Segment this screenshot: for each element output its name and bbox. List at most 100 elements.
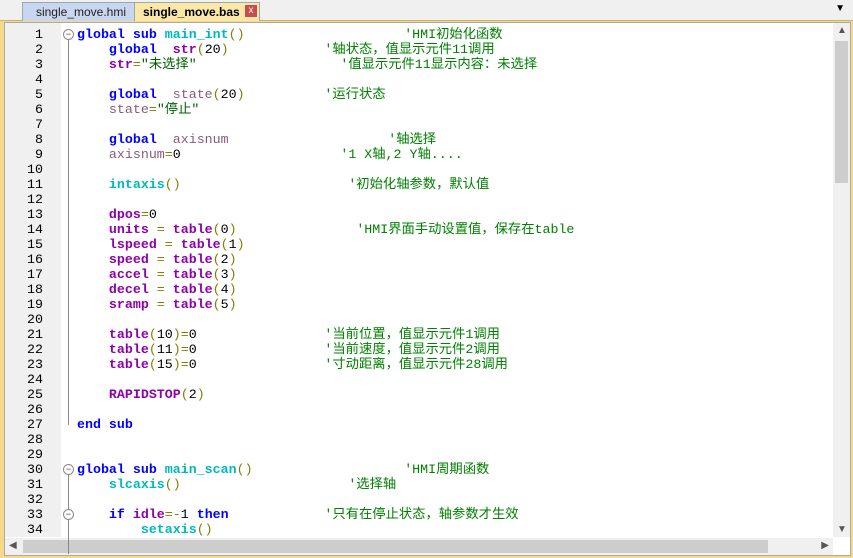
horizontal-scroll-thumb[interactable] [23, 540, 768, 553]
code-line[interactable]: dpos=0 [77, 207, 574, 222]
code-line[interactable]: intaxis() '初始化轴参数，默认值 [77, 177, 574, 192]
code-token: 'HMI周期函数 [404, 462, 490, 477]
line-number: 16 [27, 252, 43, 267]
tab-single-move-bas[interactable]: single_move.bas [134, 2, 260, 21]
code-token: ) [228, 267, 237, 282]
fold-toggle-icon[interactable]: − [63, 509, 74, 520]
fold-toggle-icon[interactable]: − [63, 29, 74, 40]
code-token: ( [148, 342, 157, 357]
vertical-scroll-thumb[interactable] [835, 41, 848, 183]
code-token: RAPIDSTOP [77, 387, 181, 402]
code-token: 'HMI界面手动设置值，保存在table [356, 222, 575, 237]
code-token: = [164, 237, 181, 252]
code-line[interactable]: table(15)=0 '寸动距离，值显示元件28调用 [77, 357, 574, 372]
code-line[interactable]: global state(20) '运行状态 [77, 87, 574, 102]
code-line[interactable] [77, 372, 574, 387]
code-token: 5 [220, 297, 229, 312]
tab-bar: single_move.hmi single_move.bas x ▼ [0, 0, 853, 21]
code-line[interactable]: global sub main_scan() 'HMI周期函数 [77, 462, 574, 477]
code-line[interactable] [77, 447, 574, 462]
tab-close-button[interactable]: x [245, 5, 257, 17]
code-line[interactable]: str="未选择" '值显示元件11显示内容：未选择 [77, 57, 574, 72]
code-line[interactable]: end sub [77, 417, 574, 432]
code-line[interactable]: setaxis() [77, 522, 574, 537]
code-token: ) [228, 282, 237, 297]
code-line[interactable]: table(11)=0 '当前速度，值显示元件2调用 [77, 342, 574, 357]
code-line[interactable]: sramp = table(5) [77, 297, 574, 312]
code-token: ( [148, 327, 157, 342]
line-number-gutter: 1 2 3 4 5 6 7 8 9 10 11 12 13 14 15 16 17 18 19 20 21 22 23 24 2… [5, 23, 61, 537]
scroll-left-icon[interactable]: ◀ [9, 540, 17, 551]
code-token: global [77, 132, 173, 147]
code-token: ) [220, 42, 229, 57]
code-token: if [77, 507, 133, 522]
code-line[interactable]: if idle=-1 then '只有在停止状态，轴参数才生效 [77, 507, 574, 522]
code-token: )= [172, 327, 189, 342]
code-token: ( [212, 282, 221, 297]
code-token: '初始化轴参数，默认值 [348, 177, 490, 192]
scroll-down-icon[interactable]: ▼ [837, 524, 847, 535]
line-number: 15 [27, 237, 43, 252]
code-line[interactable]: table(10)=0 '当前位置，值显示元件1调用 [77, 327, 574, 342]
code-line[interactable]: decel = table(4) [77, 282, 574, 297]
code-token: axisnum [77, 147, 165, 162]
code-line[interactable] [77, 312, 574, 327]
code-line[interactable] [77, 117, 574, 132]
code-line[interactable] [77, 492, 574, 507]
line-number: 3 [35, 57, 43, 72]
code-token: speed [77, 252, 157, 267]
code-token: '当前速度，值显示元件2调用 [324, 342, 500, 357]
code-line[interactable]: accel = table(3) [77, 267, 574, 282]
fold-toggle-icon[interactable]: − [63, 464, 74, 475]
line-number: 32 [27, 492, 43, 507]
code-token: = [156, 297, 173, 312]
code-line[interactable]: state="停止" [77, 102, 574, 117]
code-line[interactable] [77, 432, 574, 447]
code-token: ) [228, 297, 237, 312]
tab-single-move-hmi[interactable]: single_move.hmi [22, 2, 140, 21]
code-token: "未选择" [140, 57, 197, 72]
code-line[interactable]: lspeed = table(1) [77, 237, 574, 252]
code-line[interactable] [77, 72, 574, 87]
code-token: () [196, 522, 213, 537]
line-number: 26 [27, 402, 43, 417]
line-number: 25 [27, 387, 43, 402]
code-token: intaxis [77, 177, 165, 192]
code-token: decel [77, 282, 157, 297]
code-line[interactable] [77, 402, 574, 417]
horizontal-scrollbar[interactable]: ◀ ▶ [5, 538, 833, 555]
code-line[interactable]: RAPIDSTOP(2) [77, 387, 574, 402]
line-number: 28 [27, 432, 43, 447]
code-line[interactable]: global sub main_int() 'HMI初始化函数 [77, 27, 574, 42]
code-token: table [172, 222, 213, 237]
code-token: ) [228, 222, 237, 237]
code-line[interactable]: global str(20) '轴状态，值显示元件11调用 [77, 42, 574, 57]
code-line[interactable] [77, 162, 574, 177]
code-token: sramp [77, 297, 157, 312]
code-token: ) [228, 252, 237, 267]
code-line[interactable]: axisnum=0 '1 X轴,2 Y轴.... [77, 147, 574, 162]
code-line[interactable]: slcaxis() '选择轴 [77, 477, 574, 492]
line-number: 7 [35, 117, 43, 132]
code-line[interactable] [77, 192, 574, 207]
vertical-scrollbar[interactable]: ▲ ▼ [833, 23, 850, 537]
code-token: 'HMI初始化函数 [404, 27, 503, 42]
code-editor[interactable]: 1 2 3 4 5 6 7 8 9 10 11 12 13 14 15 16 17 18 19 20 21 22 23 24 2… [4, 22, 851, 556]
code-token: 0 [172, 147, 181, 162]
code-token: 20 [220, 87, 237, 102]
tab-list-dropdown-icon[interactable]: ▼ [835, 3, 845, 14]
line-number: 23 [27, 357, 43, 372]
code-token: = [140, 207, 149, 222]
code-token: 10 [156, 327, 173, 342]
code-token: dpos [77, 207, 141, 222]
code-token: = [156, 222, 173, 237]
code-line[interactable]: speed = table(2) [77, 252, 574, 267]
code-line[interactable]: units = table(0) 'HMI界面手动设置值，保存在table [77, 222, 575, 237]
scroll-right-icon[interactable]: ▶ [821, 540, 829, 551]
code-token: () [164, 477, 181, 492]
code-line[interactable]: global axisnum '轴选择 [77, 132, 574, 147]
code-area[interactable]: global sub main_int() 'HMI初始化函数 global s… [77, 27, 574, 537]
scroll-up-icon[interactable]: ▲ [837, 25, 847, 36]
